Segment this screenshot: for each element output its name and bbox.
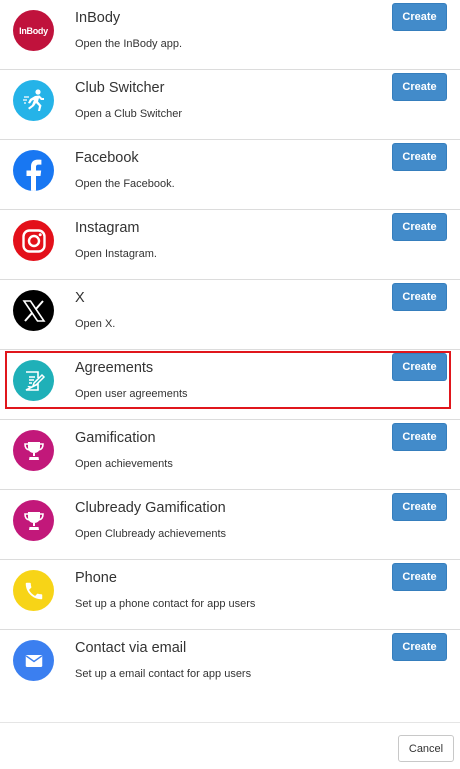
item-title: Club Switcher: [75, 80, 165, 96]
x-logo-icon: [13, 290, 54, 331]
item-description: Set up a email contact for app users: [75, 668, 252, 680]
item-title: Gamification: [75, 430, 156, 446]
item-description: Open the Facebook.: [75, 178, 175, 190]
create-button-gamification[interactable]: Create: [392, 423, 447, 451]
list-item-club-switcher: Club Switcher Open a Club Switcher Creat…: [0, 70, 460, 140]
item-title: Contact via email: [75, 640, 187, 656]
item-description: Open X.: [75, 318, 116, 330]
footer-divider: [0, 722, 460, 723]
inbody-logo-icon: InBody: [13, 10, 54, 51]
phone-icon: [13, 570, 54, 611]
create-button-x[interactable]: Create: [392, 283, 447, 311]
list-item-instagram: Instagram Open Instagram. Create: [0, 210, 460, 280]
create-button-phone[interactable]: Create: [392, 563, 447, 591]
item-description: Open user agreements: [75, 388, 188, 400]
cancel-button[interactable]: Cancel: [398, 735, 454, 762]
integration-list: InBody InBody Open the InBody app. Creat…: [0, 0, 460, 699]
facebook-icon: [13, 150, 54, 191]
list-item-gamification: Gamification Open achievements Create: [0, 420, 460, 490]
item-title: Agreements: [75, 360, 154, 376]
list-item-x: X Open X. Create: [0, 280, 460, 350]
create-button-clubready-gamification[interactable]: Create: [392, 493, 447, 521]
item-title: Phone: [75, 570, 117, 586]
list-item-phone: Phone Set up a phone contact for app use…: [0, 560, 460, 630]
item-title: InBody: [75, 10, 121, 26]
item-title: Facebook: [75, 150, 139, 166]
create-button-contact-email[interactable]: Create: [392, 633, 447, 661]
item-description: Open the InBody app.: [75, 38, 183, 50]
list-item-agreements: Agreements Open user agreements Create: [0, 350, 460, 420]
create-button-agreements[interactable]: Create: [392, 353, 447, 381]
create-button-facebook[interactable]: Create: [392, 143, 447, 171]
item-title: X: [75, 290, 85, 306]
list-item-clubready-gamification: Clubready Gamification Open Clubready ac…: [0, 490, 460, 560]
item-title: Instagram: [75, 220, 140, 236]
create-button-inbody[interactable]: Create: [392, 3, 447, 31]
item-description: Open a Club Switcher: [75, 108, 182, 120]
list-item-contact-email: Contact via email Set up a email contact…: [0, 630, 460, 699]
item-title: Clubready Gamification: [75, 500, 226, 516]
create-button-instagram[interactable]: Create: [392, 213, 447, 241]
envelope-icon: [13, 640, 54, 681]
running-person-icon: [13, 80, 54, 121]
item-description: Open Clubready achievements: [75, 528, 227, 540]
instagram-icon: [13, 220, 54, 261]
list-item-inbody: InBody InBody Open the InBody app. Creat…: [0, 0, 460, 70]
item-description: Open Instagram.: [75, 248, 157, 260]
item-description: Set up a phone contact for app users: [75, 598, 256, 610]
create-button-club-switcher[interactable]: Create: [392, 73, 447, 101]
trophy-icon: [13, 430, 54, 471]
item-description: Open achievements: [75, 458, 173, 470]
list-item-facebook: Facebook Open the Facebook. Create: [0, 140, 460, 210]
trophy-icon: [13, 500, 54, 541]
document-sign-icon: [13, 360, 54, 401]
